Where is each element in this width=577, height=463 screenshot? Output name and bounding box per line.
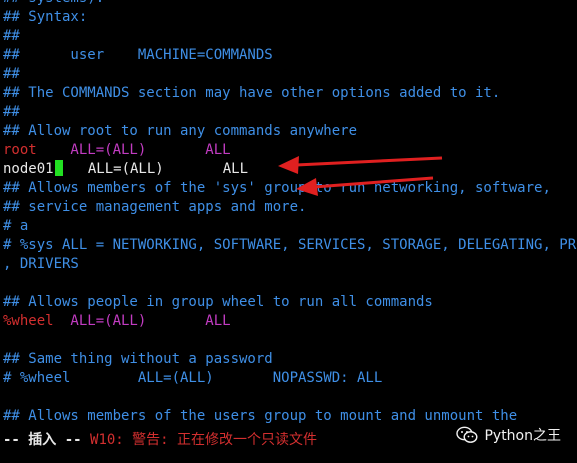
text-line xyxy=(3,331,577,350)
rule-root: ALL=(ALL) ALL xyxy=(36,142,231,158)
text-line: , DRIVERS xyxy=(3,256,79,272)
text-line: ## Syntax: xyxy=(3,9,88,25)
text-line: ## Allows people in group wheel to run a… xyxy=(3,294,433,310)
text-line: ## Allows members of the 'sys' group to … xyxy=(3,180,551,196)
text-line: ## Same thing without a password xyxy=(3,351,273,367)
user-root: root xyxy=(3,142,37,158)
text-line: ## The COMMANDS section may have other o… xyxy=(3,85,501,101)
wechat-watermark: Python之王 xyxy=(456,425,561,445)
text-line: ## Allows members of the users group to … xyxy=(3,408,518,424)
text-line: ## Allow root to run any commands anywhe… xyxy=(3,123,358,139)
text-line: ## user MACHINE=COMMANDS xyxy=(3,47,273,63)
readonly-warning: W10: 警告: 正在修改一个只读文件 xyxy=(90,432,318,448)
text-line: ## service management apps and more. xyxy=(3,199,307,215)
sudoers-node01-line: node01 ALL=(ALL) ALL xyxy=(3,160,577,179)
text-line: # %sys ALL = NETWORKING, SOFTWARE, SERVI… xyxy=(3,237,577,253)
wechat-icon xyxy=(456,426,478,443)
text-line: ## xyxy=(3,28,20,44)
sudoers-root-line: root ALL=(ALL) ALL xyxy=(3,141,577,160)
insert-mode-indicator: -- 插入 -- xyxy=(3,432,82,448)
vim-status-bar: -- 插入 -- W10: 警告: 正在修改一个只读文件 xyxy=(3,430,317,450)
sudoers-wheel-line: %wheel ALL=(ALL) ALL xyxy=(3,312,577,331)
text-cursor xyxy=(54,160,63,176)
text-line: ## systems). xyxy=(3,0,577,8)
text-line xyxy=(3,388,577,407)
text-line: # a xyxy=(3,218,29,234)
text-line xyxy=(3,274,577,293)
rule-node01: ALL=(ALL) ALL xyxy=(62,161,249,177)
user-node01: node01 xyxy=(3,161,54,177)
group-wheel: %wheel xyxy=(3,313,54,329)
vim-editor-buffer[interactable]: ## systems). ## Syntax: ## ## user MACHI… xyxy=(3,0,577,426)
text-line: ## xyxy=(3,104,20,120)
text-line: # %wheel ALL=(ALL) NOPASSWD: ALL xyxy=(3,370,383,386)
rule-wheel: ALL=(ALL) ALL xyxy=(53,313,231,329)
text-line: ## xyxy=(3,66,20,82)
watermark-text: Python之王 xyxy=(484,428,561,444)
